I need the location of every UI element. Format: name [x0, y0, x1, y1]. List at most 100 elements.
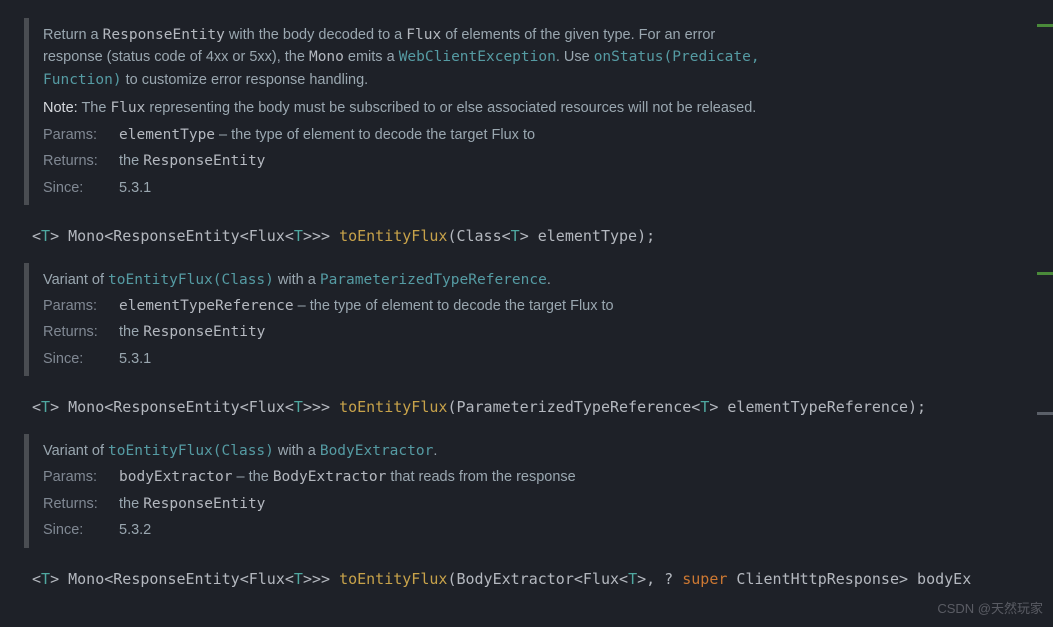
returns-label: Returns: [43, 150, 105, 172]
description-paragraph: Return a ResponseEntity with the body de… [43, 24, 774, 91]
since-label: Since: [43, 519, 105, 541]
code-inline: Mono [309, 49, 344, 65]
since-value: 5.3.2 [119, 519, 774, 541]
text: emits a [344, 49, 399, 65]
params-value: elementType – the type of element to dec… [119, 124, 774, 146]
note-label: Note: [43, 100, 78, 116]
returns-row: Returns: the ResponseEntity [43, 150, 774, 172]
returns-value: the ResponseEntity [119, 321, 774, 343]
text: > elementType); [520, 227, 655, 245]
method-name: toEntityFlux [339, 398, 447, 416]
text: Variant of [43, 443, 108, 459]
param-name: bodyExtractor [119, 469, 233, 485]
text: that reads from the response [386, 469, 575, 485]
text: Variant of [43, 272, 108, 288]
generic-type: T [294, 227, 303, 245]
params-row: Params: bodyExtractor – the BodyExtracto… [43, 466, 774, 488]
description-paragraph: Variant of toEntityFlux(Class) with a Bo… [43, 440, 774, 462]
generic-type: T [511, 227, 520, 245]
code-inline: ResponseEntity [143, 496, 265, 512]
text: with a [274, 443, 320, 459]
generic-type: T [294, 398, 303, 416]
text: the [119, 153, 143, 169]
type-link[interactable]: BodyExtractor [320, 443, 434, 459]
text: >, ? [637, 570, 682, 588]
param-desc: – the type of element to decode the targ… [294, 298, 614, 314]
code-inline: ResponseEntity [103, 27, 225, 43]
text: the [119, 324, 143, 340]
type-link[interactable]: ParameterizedTypeReference [320, 272, 547, 288]
editor-gutter [1035, 0, 1053, 627]
text: (ParameterizedTypeReference< [447, 398, 700, 416]
method-name: toEntityFlux [339, 227, 447, 245]
returns-row: Returns: the ResponseEntity [43, 321, 774, 343]
params-row: Params: elementTypeReference – the type … [43, 295, 774, 317]
text: representing the body must be subscribed… [145, 100, 756, 116]
since-value: 5.3.1 [119, 177, 774, 199]
param-name: elementType [119, 127, 215, 143]
returns-value: the ResponseEntity [119, 150, 774, 172]
returns-row: Returns: the ResponseEntity [43, 493, 774, 515]
param-name: elementTypeReference [119, 298, 294, 314]
text: > elementTypeReference); [709, 398, 926, 416]
since-label: Since: [43, 348, 105, 370]
generic-type: T [41, 570, 50, 588]
type-link[interactable]: WebClientException [399, 49, 556, 65]
text: the [119, 496, 143, 512]
watermark-text: CSDN @天然玩家 [937, 599, 1043, 619]
text: Return a [43, 27, 103, 43]
method-link[interactable]: toEntityFlux(Class) [108, 443, 274, 459]
text: with the body decoded to a [225, 27, 406, 43]
gutter-marker-icon[interactable] [1037, 412, 1053, 415]
code-inline: ResponseEntity [143, 153, 265, 169]
text: (BodyExtractor<Flux< [447, 570, 628, 588]
params-label: Params: [43, 124, 105, 146]
text: > Mono<ResponseEntity<Flux< [50, 227, 294, 245]
generic-type: T [628, 570, 637, 588]
code-inline: BodyExtractor [273, 469, 387, 485]
params-value: bodyExtractor – the BodyExtractor that r… [119, 466, 774, 488]
method-link[interactable]: toEntityFlux(Class) [108, 272, 274, 288]
params-label: Params: [43, 466, 105, 488]
param-desc: – the type of element to decode the targ… [215, 127, 535, 143]
text: >>> [303, 398, 339, 416]
keyword-super: super [682, 570, 727, 588]
text: >>> [303, 570, 339, 588]
text: > Mono<ResponseEntity<Flux< [50, 398, 294, 416]
generic-type: T [294, 570, 303, 588]
code-inline: Flux [406, 27, 441, 43]
code-inline: Flux [110, 100, 145, 116]
returns-label: Returns: [43, 321, 105, 343]
text: . [433, 443, 437, 459]
text: < [32, 227, 41, 245]
since-label: Since: [43, 177, 105, 199]
gutter-marker-icon[interactable] [1037, 24, 1053, 27]
javadoc-block: Return a ResponseEntity with the body de… [24, 18, 784, 205]
text: ClientHttpResponse> bodyEx [727, 570, 971, 588]
since-row: Since: 5.3.1 [43, 177, 774, 199]
javadoc-block: Variant of toEntityFlux(Class) with a Bo… [24, 434, 784, 548]
generic-type: T [41, 398, 50, 416]
description-paragraph: Variant of toEntityFlux(Class) with a Pa… [43, 269, 774, 291]
text: (Class< [447, 227, 510, 245]
javadoc-block: Variant of toEntityFlux(Class) with a Pa… [24, 263, 784, 377]
text: >>> [303, 227, 339, 245]
params-value: elementTypeReference – the type of eleme… [119, 295, 774, 317]
method-signature: <T> Mono<ResponseEntity<Flux<T>>> toEnti… [16, 217, 1053, 256]
since-row: Since: 5.3.1 [43, 348, 774, 370]
method-name: toEntityFlux [339, 570, 447, 588]
note-paragraph: Note: The Flux representing the body mus… [43, 97, 774, 119]
returns-value: the ResponseEntity [119, 493, 774, 515]
gutter-marker-icon[interactable] [1037, 272, 1053, 275]
params-row: Params: elementType – the type of elemen… [43, 124, 774, 146]
since-value: 5.3.1 [119, 348, 774, 370]
text: < [32, 570, 41, 588]
generic-type: T [41, 227, 50, 245]
text: The [78, 100, 111, 116]
text: to customize error response handling. [122, 72, 369, 88]
code-inline: ResponseEntity [143, 324, 265, 340]
text: . [547, 272, 551, 288]
returns-label: Returns: [43, 493, 105, 515]
text: – the [233, 469, 273, 485]
params-label: Params: [43, 295, 105, 317]
